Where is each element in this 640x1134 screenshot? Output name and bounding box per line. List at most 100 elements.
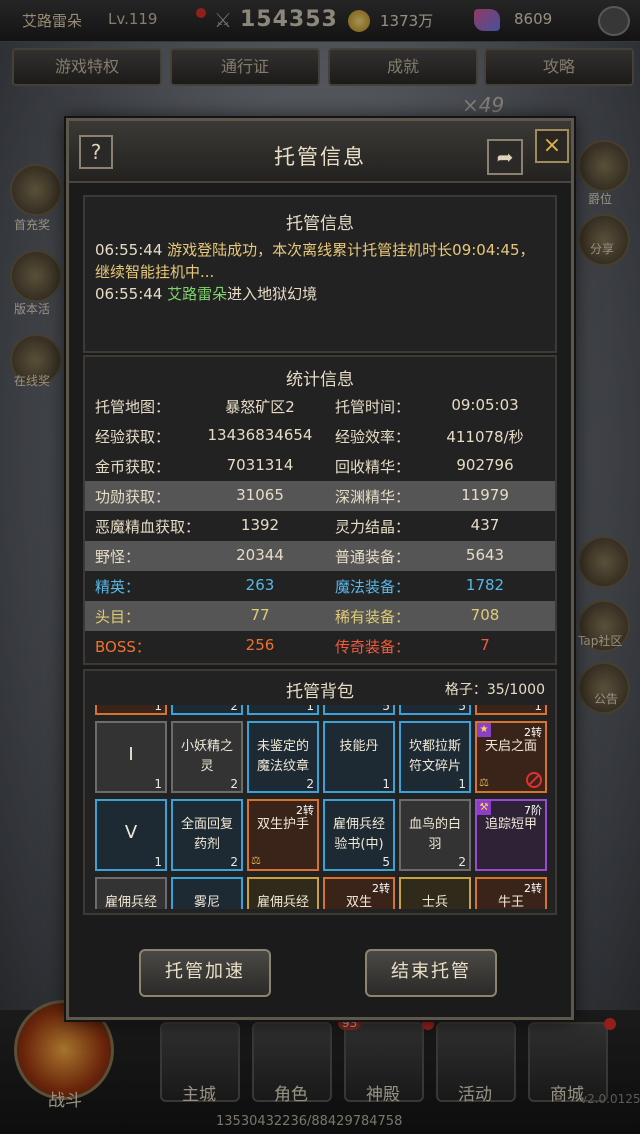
stat-label: 野怪： — [95, 548, 141, 566]
item-count: 5 — [382, 705, 390, 713]
stat-value: 411078/秒 — [446, 428, 524, 446]
stats-panel-title: 统计信息 — [286, 370, 354, 390]
item-name: 未鉴定的魔法纹章 — [256, 739, 309, 774]
scale-icon: ⚖ — [251, 854, 261, 867]
bag-item-slot[interactable]: 双生 2转 — [323, 877, 395, 909]
item-name: 雇佣兵经 — [256, 895, 309, 909]
bag-item-slot[interactable]: 小妖精之灵 2 — [171, 721, 243, 793]
bag-item-slot[interactable]: 5 — [399, 705, 471, 715]
bag-item-slot[interactable]: 1 — [95, 705, 167, 715]
stat-value: 20344 — [236, 546, 284, 564]
stat-label: 经验效率： — [335, 428, 411, 446]
item-count: 5 — [382, 855, 390, 869]
item-count: 1 — [154, 855, 162, 869]
stat-label: 稀有装备： — [335, 608, 411, 626]
stat-value: 31065 — [236, 486, 284, 504]
stat-label: 恶魔精血获取： — [95, 518, 201, 536]
end-custody-button[interactable]: 结束托管 — [365, 949, 497, 997]
hammer-icon: ⚒ — [477, 801, 491, 815]
item-name: 士兵 — [421, 895, 448, 909]
bag-item-slot[interactable]: 5 — [323, 705, 395, 715]
item-name: 全面回复药剂 — [180, 817, 233, 852]
stats-row: 金币获取： 7031314 回收精华： 902796 — [85, 451, 555, 481]
bag-item-slot[interactable]: 血鸟的白羽 2 — [399, 799, 471, 871]
bag-item-slot[interactable]: 雾尼 — [171, 877, 243, 909]
item-count: 2 — [306, 777, 314, 791]
bag-panel: 托管背包 格子：35/1000 1 2 1 5 5 1 I 1 小妖精之灵 2 未鉴定的魔法纹章 2 技… — [83, 669, 557, 915]
stats-row: 恶魔精血获取： 1392 灵力结晶： 437 — [85, 511, 555, 541]
item-count: 1 — [306, 705, 314, 713]
bag-item-slot[interactable]: 坎都拉斯符文碎片 1 — [399, 721, 471, 793]
stats-row: 功勋获取： 31065 深渊精华： 11979 — [85, 481, 555, 511]
bag-item-slot[interactable]: 雇佣兵经验书(中) 5 — [323, 799, 395, 871]
stats-row: 野怪： 20344 普通装备： 5643 — [85, 541, 555, 571]
bag-item-slot[interactable]: 追踪短甲 7阶 ⚒ — [475, 799, 547, 871]
stat-label: 头目： — [95, 608, 141, 626]
log-player-name: 艾路雷朵 — [167, 285, 228, 303]
item-count: 1 — [458, 777, 466, 791]
bag-item-slot[interactable]: 2 — [171, 705, 243, 715]
item-name: 雇佣兵经 — [104, 895, 157, 909]
item-name: 坎都拉斯符文碎片 — [408, 739, 461, 774]
stat-label: 经验获取： — [95, 428, 171, 446]
stat-value: 暴怒矿区2 — [225, 398, 295, 416]
bag-item-slot[interactable]: 牛王 2转 — [475, 877, 547, 909]
item-count: 5 — [458, 705, 466, 713]
item-tier-tag: 7阶 — [524, 804, 542, 817]
stat-label: 托管地图： — [95, 398, 171, 416]
item-name: 血鸟的白羽 — [408, 817, 461, 852]
stats-row: 经验获取： 13436834654 经验效率： 411078/秒 — [85, 421, 555, 451]
bag-item-slot[interactable]: 双生护手 2转 ⚖ — [247, 799, 319, 871]
stat-value: 1392 — [240, 516, 280, 534]
item-tier-tag: 2转 — [524, 882, 542, 895]
stat-label: 普通装备： — [335, 548, 411, 566]
stat-value: 13436834654 — [207, 426, 313, 444]
bag-grid: 1 2 1 5 5 1 I 1 小妖精之灵 2 未鉴定的魔法纹章 2 技能丹 1 坎都拉斯符文碎片 1 天启之面… — [93, 705, 553, 909]
log-panel-title: 托管信息 — [286, 214, 354, 234]
share-arrow-icon: ➦ — [496, 145, 514, 169]
item-tier-tag: 2转 — [372, 882, 390, 895]
bag-item-slot[interactable]: I1 — [95, 721, 167, 793]
bag-item-slot[interactable]: 雇佣兵经 — [95, 877, 167, 909]
item-tier-tag: 2转 — [296, 804, 314, 817]
item-name: I — [128, 744, 134, 765]
bag-item-slot[interactable]: 1 — [247, 705, 319, 715]
item-name: 追踪短甲 — [484, 817, 537, 832]
custody-dialog: ? 托管信息 ➦ × 托管信息 06:55:44 游戏登陆成功，本次离线累计托管… — [66, 118, 574, 1020]
log-time: 06:55:44 — [95, 285, 163, 303]
stat-label: 传奇装备： — [335, 638, 411, 656]
accelerate-button[interactable]: 托管加速 — [139, 949, 271, 997]
stat-value: 263 — [245, 576, 275, 594]
stat-label: 金币获取： — [95, 458, 171, 476]
stats-row: BOSS： 256 传奇装备： 7 — [85, 631, 555, 661]
stat-label: BOSS： — [95, 638, 151, 656]
bag-item-slot[interactable]: V1 — [95, 799, 167, 871]
share-button[interactable]: ➦ — [487, 139, 523, 175]
item-name: 天启之面 — [484, 739, 537, 754]
item-count: 1 — [534, 705, 542, 713]
stat-label: 灵力结晶： — [335, 518, 411, 536]
bag-item-slot[interactable]: 天启之面 2转 ★ ⚖ — [475, 721, 547, 793]
bag-item-slot[interactable]: 雇佣兵经 — [247, 877, 319, 909]
stat-label: 回收精华： — [335, 458, 411, 476]
bag-item-slot[interactable]: 1 — [475, 705, 547, 715]
bag-item-slot[interactable]: 士兵 — [399, 877, 471, 909]
stats-row: 托管地图： 暴怒矿区2 托管时间： 09:05:03 — [85, 391, 555, 421]
bag-item-slot[interactable]: 全面回复药剂 2 — [171, 799, 243, 871]
log-time: 06:55:44 — [95, 241, 163, 259]
stat-value: 437 — [470, 516, 500, 534]
stats-row: 精英： 263 魔法装备： 1782 — [85, 571, 555, 601]
stat-value: 77 — [250, 606, 270, 624]
item-count: 2 — [458, 855, 466, 869]
bag-slot-count: 格子：35/1000 — [444, 682, 545, 698]
stat-value: 09:05:03 — [451, 396, 519, 414]
bag-item-slot[interactable]: 技能丹 1 — [323, 721, 395, 793]
item-count: 2 — [230, 705, 238, 713]
item-name: 双生护手 — [256, 817, 309, 832]
log-line: 06:55:44 艾路雷朵进入地狱幻境 — [95, 283, 549, 305]
close-button[interactable]: × — [535, 129, 569, 163]
stat-label: 托管时间： — [335, 398, 411, 416]
stat-value: 708 — [470, 606, 500, 624]
item-name: 小妖精之灵 — [180, 739, 233, 774]
bag-item-slot[interactable]: 未鉴定的魔法纹章 2 — [247, 721, 319, 793]
